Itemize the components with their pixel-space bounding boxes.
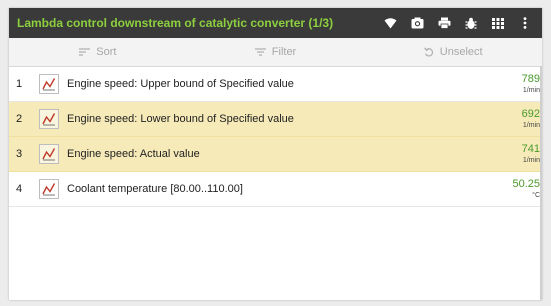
filter-icon: [254, 48, 266, 56]
title-bar-actions: [383, 16, 532, 30]
graph-icon[interactable]: [39, 109, 59, 129]
title-bar: Lambda control downstream of catalytic c…: [9, 8, 542, 38]
value-unit: 1/min: [522, 122, 540, 129]
bug-icon[interactable]: [464, 16, 478, 30]
row-index: 2: [16, 113, 23, 125]
more-vert-icon[interactable]: [518, 16, 532, 30]
window-title: Lambda control downstream of catalytic c…: [17, 16, 334, 30]
camera-icon[interactable]: [410, 16, 424, 30]
value-number: 741: [521, 143, 540, 155]
value-unit: 1/min: [522, 157, 540, 164]
value-unit: 1/min: [522, 87, 540, 94]
value-unit: °C: [532, 192, 540, 199]
parameter-list: 1 Engine speed: Upper bound of Specified…: [9, 67, 542, 207]
parameter-label: Coolant temperature [80.00..110.00]: [67, 183, 243, 195]
row-index: 3: [16, 148, 23, 160]
scrollbar[interactable]: [540, 66, 542, 300]
list-item[interactable]: 4 Coolant temperature [80.00..110.00] 50…: [9, 172, 542, 207]
wifi-icon[interactable]: [383, 16, 397, 30]
value-number: 789: [521, 73, 540, 85]
app-window: Lambda control downstream of catalytic c…: [9, 8, 542, 300]
graph-icon[interactable]: [39, 144, 59, 164]
list-toolbar: Sort Filter Unselect: [9, 38, 542, 67]
sort-icon: [79, 48, 91, 56]
graph-icon[interactable]: [39, 179, 59, 199]
graph-icon[interactable]: [39, 74, 59, 94]
sort-button[interactable]: Sort: [9, 46, 187, 58]
undo-icon: [423, 47, 434, 57]
list-item[interactable]: 3 Engine speed: Actual value 741 1/min: [9, 137, 542, 172]
list-item[interactable]: 2 Engine speed: Lower bound of Specified…: [9, 102, 542, 137]
unselect-label: Unselect: [439, 46, 483, 58]
parameter-label: Engine speed: Upper bound of Specified v…: [67, 78, 294, 90]
value-number: 50.25: [512, 178, 540, 190]
filter-button[interactable]: Filter: [187, 46, 365, 58]
parameter-value: 789 1/min: [480, 73, 542, 95]
parameter-value: 741 1/min: [480, 143, 542, 165]
filter-label: Filter: [271, 46, 297, 58]
list-item[interactable]: 1 Engine speed: Upper bound of Specified…: [9, 67, 542, 102]
value-number: 692: [521, 108, 540, 120]
row-index: 4: [16, 183, 23, 195]
sort-label: Sort: [96, 46, 117, 58]
parameter-value: 692 1/min: [480, 108, 542, 130]
print-icon[interactable]: [437, 16, 451, 30]
parameter-value: 50.25 °C: [480, 178, 542, 200]
grid-icon[interactable]: [491, 16, 505, 30]
parameter-label: Engine speed: Actual value: [67, 148, 200, 160]
row-index: 1: [16, 78, 23, 90]
unselect-button[interactable]: Unselect: [364, 46, 542, 58]
parameter-label: Engine speed: Lower bound of Specified v…: [67, 113, 294, 125]
